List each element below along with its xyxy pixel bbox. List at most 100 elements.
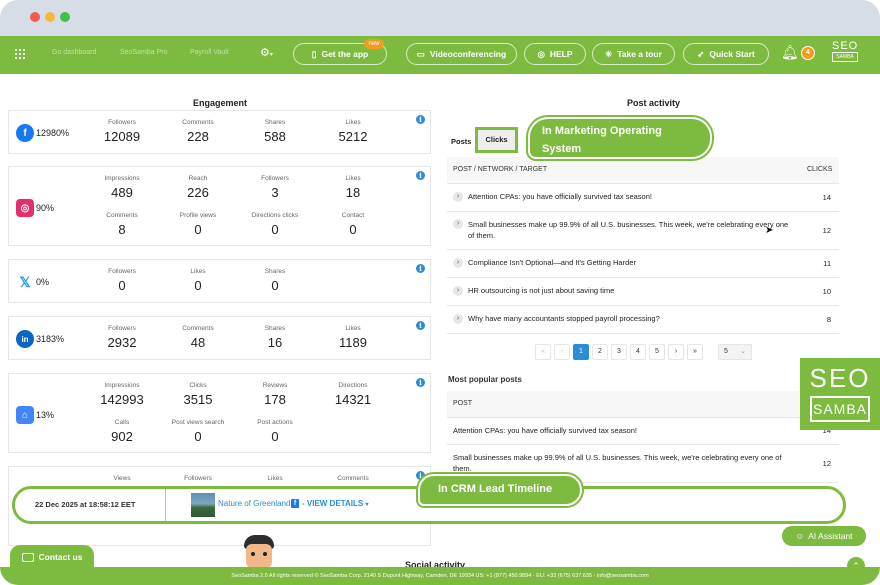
prev-page-button[interactable]: ‹ bbox=[554, 344, 570, 360]
metric-value: 5212 bbox=[338, 129, 368, 144]
table-row[interactable]: › HR outsourcing is not just about saving… bbox=[447, 277, 839, 306]
metric-value: 0 bbox=[118, 278, 126, 293]
maximize-window-button[interactable] bbox=[60, 12, 70, 22]
close-window-button[interactable] bbox=[30, 12, 40, 22]
ai-assistant-button[interactable]: ☺ AI Assistant bbox=[782, 526, 866, 546]
tab-posts[interactable]: Posts bbox=[451, 137, 471, 146]
metric-stat: Directions 14321 bbox=[313, 382, 393, 407]
info-icon[interactable]: i bbox=[416, 171, 425, 180]
table-row[interactable]: › Compliance Isn't Optional—and It's Gett… bbox=[447, 249, 839, 278]
metric-stat: Comments 8 bbox=[82, 212, 162, 237]
x-growth-pct: 0% bbox=[36, 277, 50, 287]
metric-label: Likes bbox=[345, 325, 361, 332]
metric-value: 0 bbox=[271, 278, 279, 293]
metric-value: 902 bbox=[111, 429, 133, 444]
timeline-post-title[interactable]: Nature of Greenland bbox=[218, 499, 291, 508]
metric-value: 226 bbox=[187, 185, 209, 200]
metric-stat: Followers 12089 bbox=[82, 119, 162, 144]
quick-start-button[interactable]: ➶ Quick Start bbox=[683, 43, 769, 65]
facebook-icon: f bbox=[16, 124, 34, 142]
facebook-growth-pct: 12980% bbox=[36, 128, 70, 138]
settings-gear-icon[interactable]: ⚙▾ bbox=[260, 46, 273, 59]
chevron-right-icon[interactable]: › bbox=[453, 219, 463, 229]
info-icon[interactable]: i bbox=[416, 378, 425, 387]
nav-link-blurred-1[interactable]: Go dashboard bbox=[52, 49, 96, 56]
metric-label: Reach bbox=[188, 175, 208, 182]
lifebuoy-icon: ◎ bbox=[537, 48, 545, 59]
metric-label: Directions clicks bbox=[251, 212, 299, 219]
metric-value: 0 bbox=[349, 222, 357, 237]
seosamba-logo[interactable]: SEO SAMBA bbox=[832, 40, 858, 62]
chevron-right-icon[interactable]: › bbox=[453, 314, 463, 324]
metric-stat: Followers 0 bbox=[82, 268, 162, 293]
chat-bubble-icon: ▭ bbox=[416, 48, 425, 59]
metric-stat: Shares 0 bbox=[235, 268, 315, 293]
instagram-engagement-card: ◎ 90% Impressions 489 Reach 226 Followers 3… bbox=[8, 166, 431, 246]
info-icon[interactable]: i bbox=[416, 115, 425, 124]
metric-value: 0 bbox=[271, 222, 279, 237]
caret-down-icon: ▾ bbox=[365, 502, 369, 508]
metric-label: Followers bbox=[108, 268, 136, 275]
info-icon[interactable]: i bbox=[416, 264, 425, 273]
chevron-down-icon: ⌄ bbox=[740, 348, 746, 355]
robot-icon: ☺ bbox=[795, 531, 805, 541]
metric-value: 0 bbox=[194, 278, 202, 293]
info-icon[interactable]: i bbox=[416, 321, 425, 330]
first-page-button[interactable]: « bbox=[535, 344, 551, 360]
metric-value: 0 bbox=[194, 429, 202, 444]
metric-label: Followers bbox=[184, 475, 212, 482]
per-page-select[interactable]: 5 ⌄ bbox=[718, 344, 752, 360]
metric-value: 0 bbox=[271, 429, 279, 444]
help-button[interactable]: ◎ HELP bbox=[524, 43, 586, 65]
nav-link-blurred-2[interactable]: SeoSamba Pro bbox=[120, 49, 167, 56]
nav-link-blurred-3[interactable]: Payroll Vault bbox=[190, 49, 229, 56]
table-row[interactable]: Attention CPAs: you have officially surv… bbox=[447, 417, 839, 445]
tab-clicks[interactable]: Clicks bbox=[475, 127, 518, 153]
page-2-button[interactable]: 2 bbox=[592, 344, 608, 360]
metric-label: Likes bbox=[345, 175, 361, 182]
metric-stat: Shares 588 bbox=[235, 119, 315, 144]
contact-us-button[interactable]: Contact us bbox=[10, 545, 94, 569]
metric-value: 8 bbox=[118, 222, 126, 237]
metric-label: Calls bbox=[114, 419, 130, 426]
take-tour-button[interactable]: ✳ Take a tour bbox=[592, 43, 675, 65]
col-post[interactable]: POST / NETWORK / TARGET bbox=[447, 157, 801, 184]
x-engagement-card: 𝕏 0% Followers 0 Likes 0 Shares 0 i bbox=[8, 259, 431, 303]
notification-count-badge[interactable]: 4 bbox=[801, 46, 815, 60]
popular-posts-title: Most popular posts bbox=[448, 375, 522, 384]
bell-icon[interactable]: 🔔︎ bbox=[781, 44, 799, 61]
table-row[interactable]: › Small businesses make up 99.9% of all U… bbox=[447, 211, 839, 250]
metric-label: Comments bbox=[106, 212, 138, 219]
post-thumbnail[interactable] bbox=[191, 493, 215, 517]
page-1-button[interactable]: 1 bbox=[573, 344, 589, 360]
new-badge: new bbox=[364, 39, 384, 49]
col-post[interactable]: POST bbox=[447, 391, 801, 418]
metric-value: 588 bbox=[264, 129, 286, 144]
metric-label: Likes bbox=[190, 268, 206, 275]
metric-label: Comments bbox=[337, 475, 369, 482]
metric-value: 14321 bbox=[334, 392, 372, 407]
metric-stat: Profile views 0 bbox=[158, 212, 238, 237]
table-row[interactable]: › Attention CPAs: you have officially sur… bbox=[447, 183, 839, 212]
view-details-link[interactable]: - VIEW DETAILS ▾ bbox=[302, 499, 368, 508]
page-5-button[interactable]: 5 bbox=[649, 344, 665, 360]
chevron-right-icon[interactable]: › bbox=[453, 286, 463, 296]
col-clicks[interactable]: CLICKS bbox=[801, 157, 839, 184]
metric-label: Followers bbox=[108, 325, 136, 332]
mascot-avatar bbox=[240, 535, 278, 569]
videoconferencing-button[interactable]: ▭ Videoconferencing bbox=[406, 43, 517, 65]
envelope-icon bbox=[21, 552, 34, 562]
last-page-button[interactable]: » bbox=[687, 344, 703, 360]
post-activity-table: POST / NETWORK / TARGET CLICKS › Attentio… bbox=[447, 157, 839, 334]
chevron-right-icon[interactable]: › bbox=[453, 192, 463, 202]
metric-label: Profile views bbox=[179, 212, 217, 219]
chevron-right-icon[interactable]: › bbox=[453, 258, 463, 268]
table-row[interactable]: › Why have many accountants stopped payro… bbox=[447, 305, 839, 334]
metric-stat: Comments 48 bbox=[158, 325, 238, 350]
minimize-window-button[interactable] bbox=[45, 12, 55, 22]
page-3-button[interactable]: 3 bbox=[611, 344, 627, 360]
next-page-button[interactable]: › bbox=[668, 344, 684, 360]
apps-grid-icon[interactable] bbox=[15, 49, 25, 59]
page-4-button[interactable]: 4 bbox=[630, 344, 646, 360]
metric-value: 2932 bbox=[107, 335, 137, 350]
